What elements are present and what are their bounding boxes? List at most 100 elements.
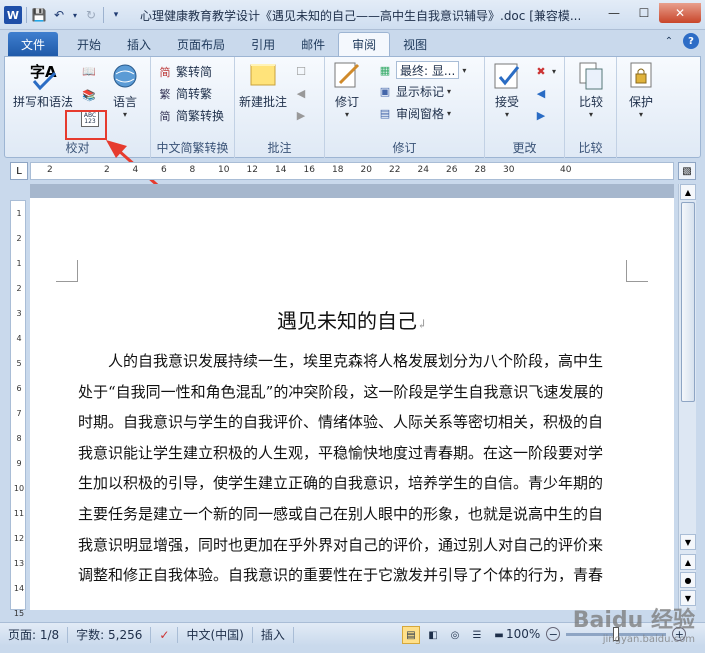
- previous-change-button[interactable]: ◀: [533, 85, 549, 101]
- spelling-grammar-button[interactable]: 字A 拼写和语法: [13, 61, 73, 110]
- previous-comment-icon: ◀: [296, 86, 306, 100]
- print-layout-icon[interactable]: ▤: [402, 626, 420, 644]
- window-title: 心理健康教育教学设计《遇见未知的自己——高中生自我意识辅导》.doc [兼容模.…: [140, 9, 580, 23]
- convert-button[interactable]: 简简繁转换: [157, 107, 225, 124]
- crop-mark: [626, 260, 648, 282]
- undo-dropdown-icon[interactable]: ▾: [71, 7, 79, 23]
- web-layout-icon[interactable]: ◎: [446, 626, 464, 644]
- insert-mode[interactable]: 插入: [253, 626, 294, 643]
- convert-icon: 简: [159, 109, 171, 123]
- scroll-up-icon[interactable]: ▲: [680, 184, 696, 200]
- chevron-down-icon: ▾: [447, 87, 452, 96]
- zoom-out-icon[interactable]: −: [546, 627, 561, 641]
- full-screen-reading-icon[interactable]: ◧: [424, 626, 442, 644]
- next-comment-icon: ▶: [296, 108, 306, 122]
- scroll-thumb[interactable]: [681, 202, 695, 402]
- horizontal-ruler[interactable]: 2 2 4 6 8 10 12 14 16 18 20 22 24 26 28 30 40: [30, 162, 674, 180]
- reject-icon: ✖: [536, 64, 546, 78]
- simp-to-trad-label: 简转繁: [176, 87, 213, 101]
- lock-icon: [625, 61, 657, 91]
- tab-references[interactable]: 引用: [238, 32, 288, 56]
- ruler-number: 12: [13, 534, 25, 543]
- group-tracking: 修订 ▾ ▦ 最终: 显... ▾ ▣ 显示标记 ▾ ▤ 审阅窗格 ▾ 修订: [325, 57, 485, 158]
- svg-text:字A: 字A: [30, 63, 57, 81]
- ruler-number: 7: [16, 409, 22, 418]
- language-status[interactable]: 中文(中国): [178, 626, 253, 643]
- display-for-review-select[interactable]: ▦ 最终: 显... ▾: [377, 61, 466, 79]
- ribbon-review: 字A 拼写和语法 📖 📚 ABC 123 语言 ▾ 校对 简繁转简 繁简转繁 简…: [4, 56, 701, 158]
- crop-mark: [56, 260, 78, 282]
- page-count[interactable]: 页面: 1/8: [0, 626, 69, 643]
- new-comment-button[interactable]: 新建批注: [239, 61, 287, 110]
- chevron-down-icon: ▾: [504, 110, 509, 119]
- group-compare: 比较 ▾ 比较: [565, 57, 617, 158]
- maximize-icon[interactable]: ☐: [629, 3, 659, 23]
- tab-mailings[interactable]: 邮件: [288, 32, 338, 56]
- vertical-scrollbar[interactable]: ▲ ▼ ▲ ● ▼: [678, 184, 696, 610]
- scroll-down-icon[interactable]: ▼: [680, 534, 696, 550]
- track-changes-button[interactable]: 修订 ▾: [331, 61, 363, 119]
- show-markup-button[interactable]: ▣ 显示标记 ▾: [377, 83, 451, 100]
- title-bar: W 💾 ↶ ▾ ↻ ▾ 心理健康教育教学设计《遇见未知的自己——高中生自我意识辅…: [0, 0, 705, 30]
- ruler-number: 28: [474, 165, 486, 175]
- reviewing-pane-button[interactable]: ▤ 审阅窗格 ▾: [377, 105, 451, 122]
- redo-icon[interactable]: ↻: [83, 7, 99, 23]
- tab-selector[interactable]: L: [10, 162, 28, 180]
- tab-insert[interactable]: 插入: [114, 32, 164, 56]
- display-review-value: 最终: 显...: [396, 61, 460, 79]
- group-comments: 新建批注 ☐ ◀ ▶ 批注: [235, 57, 325, 158]
- zoom-level[interactable]: 100%: [506, 627, 540, 641]
- simp-to-trad-button[interactable]: 繁简转繁: [157, 85, 213, 102]
- minimize-icon[interactable]: —: [599, 3, 629, 23]
- vertical-ruler[interactable]: 1 2 1 2 3 4 5 6 7 8 9 10 11 12 13 14 15: [10, 200, 26, 618]
- ruler-number: 18: [332, 165, 344, 175]
- thesaurus-button[interactable]: 📚: [81, 87, 97, 103]
- compare-button[interactable]: 比较 ▾: [575, 61, 607, 119]
- language-button[interactable]: 语言 ▾: [109, 61, 141, 119]
- ruler-number: 40: [560, 165, 572, 175]
- protect-button[interactable]: 保护 ▾: [625, 61, 657, 119]
- chevron-down-icon: ▾: [638, 110, 643, 119]
- document-title: 遇见未知的自己↲: [30, 305, 674, 334]
- help-icon[interactable]: ?: [683, 33, 699, 49]
- word-count-status[interactable]: 字数: 5,256: [68, 626, 152, 643]
- tab-review[interactable]: 审阅: [338, 32, 391, 56]
- simp-to-trad-icon: 繁: [159, 87, 171, 101]
- tab-page-layout[interactable]: 页面布局: [164, 32, 238, 56]
- save-icon[interactable]: 💾: [31, 7, 47, 23]
- trad-to-simp-button[interactable]: 简繁转简: [157, 63, 213, 80]
- document-page[interactable]: 遇见未知的自己↲ 人的自我意识发展持续一生，埃里克森将人格发展划分为八个阶段，高…: [30, 198, 674, 610]
- tab-home[interactable]: 开始: [64, 32, 114, 56]
- ruler-number: 10: [218, 165, 230, 175]
- research-button[interactable]: 📖: [81, 63, 97, 79]
- track-changes-icon: [331, 61, 363, 91]
- accept-button[interactable]: 接受 ▾: [491, 61, 523, 119]
- customize-qat-icon[interactable]: ▾: [108, 7, 124, 23]
- qat-separator: [103, 7, 104, 23]
- language-icon: [109, 61, 141, 91]
- document-line: 时期。自我意识与学生的自我评价、情绪体验、人际关系等密切相关，积极的自: [78, 413, 604, 432]
- display-review-icon: ▦: [379, 63, 391, 77]
- document-line: 主要任务是建立一个新的同一感或自己在别人眼中的形象，也就是说高中生的自: [78, 504, 604, 523]
- outline-icon[interactable]: ☰: [468, 626, 486, 644]
- prev-page-icon[interactable]: ▲: [680, 554, 696, 570]
- reject-button[interactable]: ✖ ▾: [533, 63, 556, 79]
- browse-object-icon[interactable]: ●: [680, 572, 696, 588]
- tab-view[interactable]: 视图: [390, 32, 440, 56]
- close-icon[interactable]: ✕: [659, 3, 701, 23]
- delete-comment-button[interactable]: ☐: [293, 63, 309, 79]
- tab-file[interactable]: 文件: [8, 32, 59, 56]
- chevron-down-icon: ▾: [462, 65, 467, 75]
- next-comment-button[interactable]: ▶: [293, 107, 309, 123]
- ruler-number: 8: [16, 434, 22, 443]
- next-change-button[interactable]: ▶: [533, 107, 549, 123]
- ruler-number: 16: [303, 165, 315, 175]
- document-title-text: 遇见未知的自己: [276, 309, 417, 333]
- proofing-status-icon[interactable]: ✓: [151, 626, 179, 643]
- previous-comment-button[interactable]: ◀: [293, 85, 309, 101]
- word-app-icon[interactable]: W: [4, 6, 22, 24]
- undo-icon[interactable]: ↶: [51, 7, 67, 23]
- view-ruler-icon[interactable]: ▧: [678, 162, 696, 180]
- ruler-number: 22: [389, 165, 401, 175]
- minimize-ribbon-icon[interactable]: ⌃: [661, 33, 677, 49]
